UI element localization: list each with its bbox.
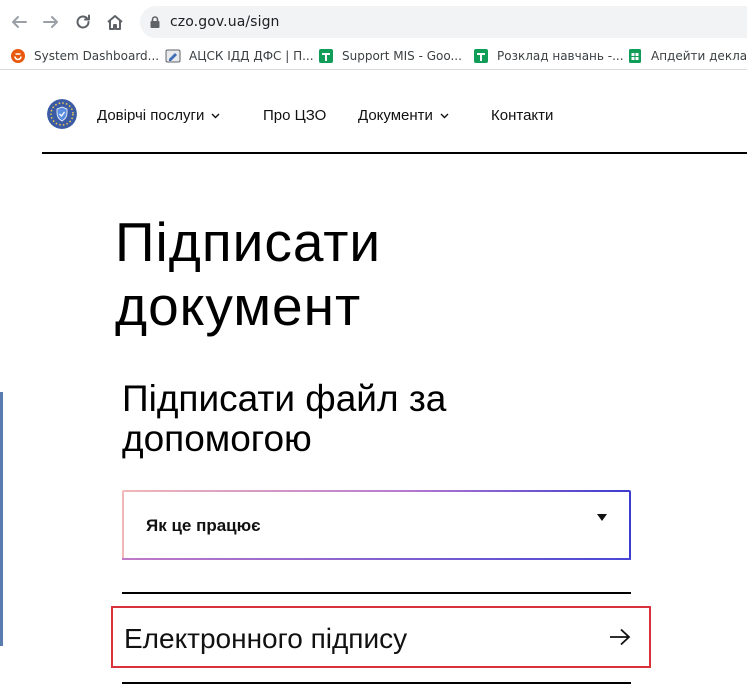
home-icon — [107, 15, 123, 30]
menu-documents[interactable]: Документи — [358, 107, 449, 124]
jira-icon — [10, 48, 26, 64]
page-title: Підписати документ — [115, 211, 382, 337]
forward-button[interactable] — [40, 11, 62, 33]
option-divider-bottom — [122, 682, 631, 684]
back-button[interactable] — [8, 11, 30, 33]
bookmark-apdeiti[interactable]: Апдейти декларац — [627, 46, 747, 66]
menu-about[interactable]: Про ЦЗО — [263, 107, 326, 124]
home-button[interactable] — [104, 11, 126, 33]
pencil-doc-icon — [165, 48, 181, 64]
arrow-right-icon — [43, 16, 58, 28]
reload-button[interactable] — [72, 11, 94, 33]
bookmark-system-dashboard[interactable]: System Dashboard... — [10, 46, 159, 66]
section-subtitle: Підписати файл за допомогою — [122, 378, 447, 459]
google-forms-icon — [318, 48, 334, 64]
header-divider — [42, 152, 747, 154]
reload-icon — [76, 14, 90, 29]
czo-logo-icon[interactable] — [47, 99, 77, 129]
option-label: Електронного підпису — [124, 623, 408, 654]
bookmark-support-mis[interactable]: Support MIS - Goo... — [318, 46, 462, 66]
url-text: czo.gov.ua/sign — [170, 14, 280, 30]
menu-trust-services[interactable]: Довірчі послуги — [97, 107, 220, 124]
lock-icon — [150, 16, 160, 28]
electronic-signature-option[interactable]: Електронного підпису — [111, 606, 651, 668]
browser-toolbar: czo.gov.ua/sign — [0, 0, 747, 41]
chevron-down-icon — [211, 113, 220, 118]
menu-contacts[interactable]: Контакти — [491, 107, 553, 124]
google-sheets-icon — [627, 48, 643, 64]
site-header: Довірчі послуги Про ЦЗО Документи Контак… — [0, 70, 747, 154]
how-it-works-accordion[interactable]: Як це працює — [122, 490, 631, 560]
caret-down-icon — [597, 514, 607, 521]
bookmark-rozklad[interactable]: Розклад навчань -... — [473, 46, 624, 66]
chevron-down-icon — [440, 113, 449, 118]
option-divider-top — [122, 592, 631, 594]
side-edge-panel — [0, 392, 3, 646]
google-forms-icon — [473, 48, 489, 64]
bookmarks-bar: System Dashboard... АЦСК ІДД ДФС | П... … — [0, 41, 747, 70]
accordion-label: Як це працює — [146, 516, 261, 535]
address-bar[interactable]: czo.gov.ua/sign — [140, 6, 747, 38]
arrow-left-icon — [12, 16, 27, 28]
bookmark-acsk[interactable]: АЦСК ІДД ДФС | П... — [165, 46, 314, 66]
arrow-right-icon — [610, 628, 631, 646]
